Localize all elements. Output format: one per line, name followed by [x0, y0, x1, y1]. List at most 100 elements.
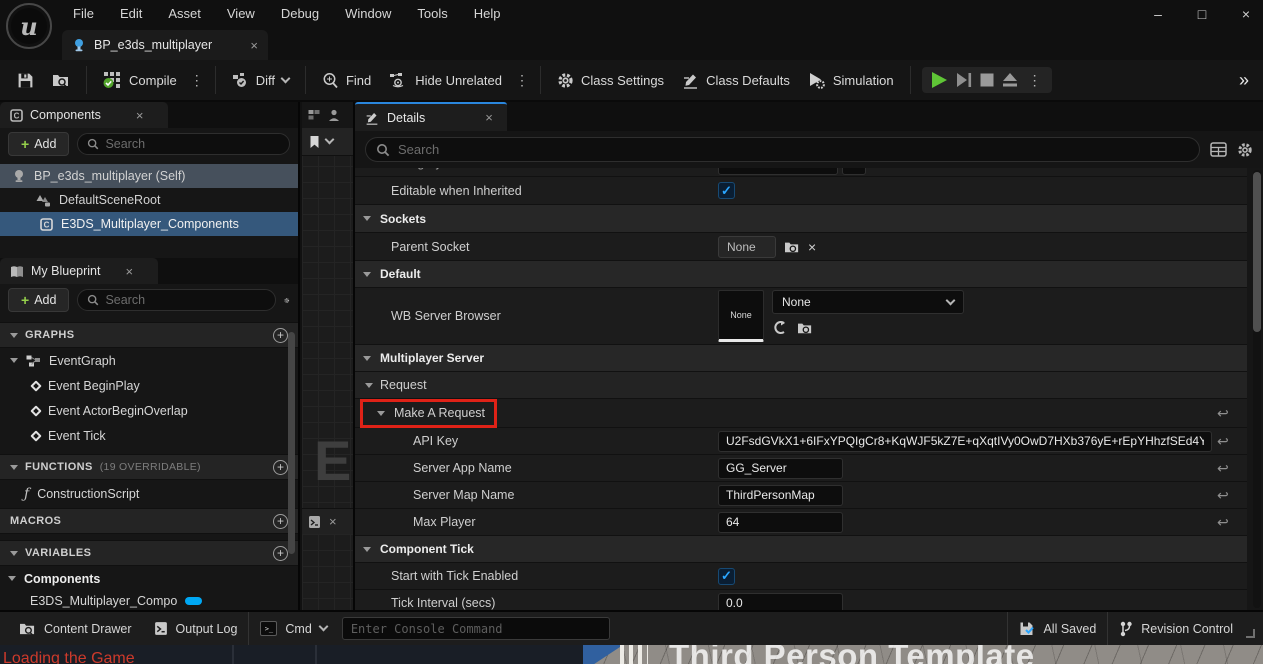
- panel-grid-icon[interactable]: [308, 109, 322, 121]
- variable-e3ds-component-item[interactable]: E3DS_Multiplayer_Compo: [0, 591, 298, 611]
- editable-checkbox[interactable]: ✓: [718, 182, 735, 199]
- api-key-input[interactable]: [718, 431, 1212, 452]
- event-tick-item[interactable]: Event Tick: [0, 423, 298, 448]
- diff-button[interactable]: Diff: [223, 64, 298, 96]
- tree-item-self[interactable]: BP_e3ds_multiplayer (Self): [0, 164, 298, 188]
- display-filter-icon[interactable]: [1210, 142, 1227, 157]
- play-options-kebab[interactable]: ⋮: [1024, 72, 1046, 89]
- components-add-button[interactable]: + Add: [8, 132, 69, 156]
- close-button[interactable]: ×: [1237, 6, 1255, 22]
- browse-asset-button[interactable]: [43, 64, 79, 96]
- multiplayer-server-section-header[interactable]: Multiplayer Server: [355, 345, 1247, 372]
- tree-item-e3ds-multiplayer-components[interactable]: C E3DS_Multiplayer_Components: [0, 212, 298, 236]
- components-tab[interactable]: C Components ×: [0, 102, 168, 128]
- menu-debug[interactable]: Debug: [268, 0, 332, 28]
- cmd-selector[interactable]: >_ Cmd: [249, 611, 337, 646]
- find-button[interactable]: Find: [313, 64, 380, 96]
- tick-enabled-checkbox[interactable]: ✓: [718, 568, 735, 585]
- reset-to-default-icon[interactable]: ↩: [1217, 514, 1229, 531]
- tick-interval-input[interactable]: [718, 593, 843, 611]
- my-blueprint-scrollbar[interactable]: [288, 332, 295, 554]
- reset-to-default-icon[interactable]: ↩: [1217, 460, 1229, 477]
- functions-section-header[interactable]: FUNCTIONS (19 OVERRIDABLE) +: [0, 454, 298, 480]
- server-map-name-input[interactable]: [718, 485, 843, 506]
- settings-gear-icon[interactable]: [1237, 142, 1253, 158]
- add-graph-icon[interactable]: +: [273, 328, 288, 343]
- my-blueprint-add-button[interactable]: + Add: [8, 288, 69, 312]
- all-saved-button[interactable]: All Saved: [1008, 611, 1107, 646]
- menu-help[interactable]: Help: [461, 0, 514, 28]
- output-log-button[interactable]: Output Log: [143, 611, 249, 646]
- wb-asset-dropdown[interactable]: None: [772, 290, 964, 314]
- add-variable-icon[interactable]: +: [273, 546, 288, 561]
- menu-edit[interactable]: Edit: [107, 0, 155, 28]
- window-resize-grip[interactable]: [1246, 629, 1255, 638]
- variables-components-category[interactable]: Components: [0, 566, 298, 591]
- details-scrollbar-thumb[interactable]: [1253, 172, 1261, 332]
- stop-icon[interactable]: [978, 71, 996, 89]
- menu-tools[interactable]: Tools: [404, 0, 460, 28]
- menu-file[interactable]: File: [60, 0, 107, 28]
- components-tab-close-icon[interactable]: ×: [136, 109, 144, 122]
- details-tab[interactable]: Details ×: [355, 102, 507, 131]
- person-icon[interactable]: [328, 109, 340, 122]
- console-tab-close-icon[interactable]: ×: [329, 515, 337, 528]
- construction-script-item[interactable]: ƒ ConstructionScript: [0, 480, 298, 508]
- default-section-header[interactable]: Default: [355, 261, 1247, 288]
- menu-asset[interactable]: Asset: [155, 0, 214, 28]
- simulation-button[interactable]: Simulation: [799, 64, 903, 96]
- browse-to-asset-icon[interactable]: [797, 321, 813, 335]
- socket-clear-icon[interactable]: ×: [808, 239, 816, 255]
- bookmark-icon[interactable]: [308, 135, 321, 149]
- graphs-section-header[interactable]: GRAPHS +: [0, 322, 298, 348]
- details-scrollbar[interactable]: [1253, 170, 1261, 608]
- minimize-button[interactable]: –: [1149, 6, 1167, 22]
- menu-view[interactable]: View: [214, 0, 268, 28]
- maximize-button[interactable]: □: [1193, 6, 1211, 22]
- request-subsection-header[interactable]: Request: [355, 372, 1247, 399]
- my-blueprint-tab[interactable]: My Blueprint ×: [0, 258, 158, 284]
- wb-asset-thumbnail[interactable]: None: [718, 290, 764, 342]
- my-blueprint-search-input[interactable]: [105, 293, 266, 307]
- my-blueprint-tab-close-icon[interactable]: ×: [125, 265, 133, 278]
- event-graph-item[interactable]: EventGraph: [0, 348, 298, 373]
- save-button[interactable]: [8, 64, 43, 96]
- toolbar-overflow-icon[interactable]: »: [1239, 70, 1255, 91]
- component-tick-section-header[interactable]: Component Tick: [355, 536, 1247, 563]
- components-search-input[interactable]: [105, 137, 280, 151]
- event-actorbeginoverlap-item[interactable]: Event ActorBeginOverlap: [0, 398, 298, 423]
- compile-options-kebab[interactable]: ⋮: [186, 72, 208, 89]
- content-drawer-button[interactable]: Content Drawer: [8, 611, 143, 646]
- unreal-logo-icon[interactable]: u: [6, 3, 52, 49]
- console-doc-icon[interactable]: [308, 515, 321, 529]
- add-macro-icon[interactable]: +: [273, 514, 288, 529]
- revision-control-button[interactable]: Revision Control: [1108, 611, 1244, 646]
- play-icon[interactable]: [928, 70, 950, 90]
- row-make-a-request[interactable]: Make A Request ↩: [355, 399, 1247, 428]
- max-player-input[interactable]: [718, 512, 843, 533]
- category-dropdown[interactable]: [718, 168, 838, 175]
- tab-bp-e3ds-multiplayer[interactable]: BP_e3ds_multiplayer ×: [62, 30, 268, 60]
- parent-socket-field[interactable]: None: [718, 236, 776, 258]
- use-selected-asset-icon[interactable]: [772, 320, 787, 335]
- eject-icon[interactable]: [1000, 71, 1020, 89]
- macros-section-header[interactable]: MACROS +: [0, 508, 298, 534]
- socket-browse-icon[interactable]: [784, 240, 800, 254]
- server-app-name-input[interactable]: [718, 458, 843, 479]
- sockets-section-header[interactable]: Sockets: [355, 205, 1247, 233]
- console-command-input[interactable]: [342, 617, 610, 640]
- filter-gear-icon[interactable]: [284, 293, 290, 308]
- add-function-icon[interactable]: +: [273, 460, 288, 475]
- event-beginplay-item[interactable]: Event BeginPlay: [0, 373, 298, 398]
- details-search-input[interactable]: [398, 142, 1189, 157]
- tree-item-default-scene-root[interactable]: DefaultSceneRoot: [0, 188, 298, 212]
- variables-section-header[interactable]: VARIABLES +: [0, 540, 298, 566]
- chevron-down-icon[interactable]: [325, 135, 335, 145]
- reset-to-default-icon[interactable]: ↩: [1217, 487, 1229, 504]
- category-dropdown-arrow[interactable]: [842, 168, 866, 175]
- details-tab-close-icon[interactable]: ×: [485, 111, 493, 124]
- hide-unrelated-kebab[interactable]: ⋮: [511, 72, 533, 89]
- reset-to-default-icon[interactable]: ↩: [1217, 433, 1229, 450]
- reset-to-default-icon[interactable]: ↩: [1217, 405, 1229, 422]
- class-defaults-button[interactable]: Class Defaults: [673, 64, 799, 96]
